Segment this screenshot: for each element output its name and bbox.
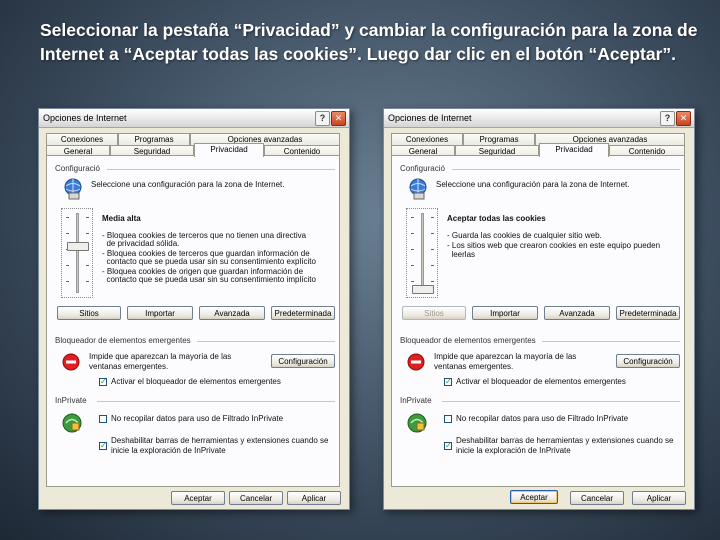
config-group-title: Configuració [400, 164, 445, 173]
default-button[interactable]: Predeterminada [616, 306, 680, 320]
cancel-button[interactable]: Cancelar [570, 491, 624, 505]
group-divider [107, 169, 335, 170]
inprivate-toolbars-checkbox[interactable]: ✓ [444, 442, 452, 450]
inprivate-group-title: InPrivate [55, 396, 87, 405]
close-icon[interactable]: ✕ [331, 111, 346, 126]
config-group-title: Configuració [55, 164, 100, 173]
dialog-title: Opciones de Internet [43, 113, 127, 123]
tab-programas[interactable]: Programas [463, 133, 535, 145]
popup-checkbox-label: Activar el bloqueador de elementos emerg… [456, 377, 626, 386]
group-divider [452, 169, 680, 170]
tab-privacidad[interactable]: Privacidad [194, 143, 264, 157]
tab-conexiones[interactable]: Conexiones [46, 133, 118, 145]
inprivate-icon [62, 413, 82, 433]
privacy-level-slider[interactable] [61, 208, 93, 298]
accept-button[interactable]: Aceptar [510, 490, 558, 504]
inprivate-filter-checkbox[interactable] [99, 415, 107, 423]
cancel-button[interactable]: Cancelar [229, 491, 283, 505]
inprivate-toolbars-checkbox[interactable]: ✓ [99, 442, 107, 450]
group-divider [97, 401, 335, 402]
accept-button[interactable]: Aceptar [171, 491, 225, 505]
inprivate-toolbars-label: Deshabilitar barras de herramientas y ex… [456, 436, 674, 455]
privacy-level-line: contacto que se pueda usar sin su consen… [102, 275, 316, 284]
apply-button[interactable]: Aplicar [632, 491, 686, 505]
internet-options-dialog-before: Opciones de Internet ? ✕ Conexiones Prog… [38, 108, 350, 510]
dialog-titlebar[interactable]: Opciones de Internet ? ✕ [384, 109, 694, 128]
privacy-level-title: Aceptar todas las cookies [447, 214, 546, 223]
slider-thumb[interactable] [67, 241, 89, 251]
tab-conexiones[interactable]: Conexiones [391, 133, 463, 145]
help-icon[interactable]: ? [315, 111, 330, 126]
group-divider [197, 341, 335, 342]
popup-blocker-icon [62, 353, 80, 371]
config-description: Seleccione una configuración para la zon… [91, 180, 285, 189]
inprivate-filter-label: No recopilar datos para uso de Filtrado … [111, 414, 284, 423]
inprivate-icon [407, 413, 427, 433]
popup-settings-button[interactable]: Configuración [616, 354, 680, 368]
dialog-title: Opciones de Internet [388, 113, 472, 123]
slider-thumb[interactable] [412, 285, 434, 294]
sites-button[interactable]: Sitios [402, 306, 466, 320]
import-button[interactable]: Importar [127, 306, 193, 320]
popup-group-title: Bloqueador de elementos emergentes [400, 336, 536, 345]
internet-options-dialog-after: Opciones de Internet ? ✕ Conexiones Prog… [383, 108, 695, 510]
group-divider [442, 401, 680, 402]
apply-button[interactable]: Aplicar [287, 491, 341, 505]
sites-button[interactable]: Sitios [57, 306, 121, 320]
inprivate-group-title: InPrivate [400, 396, 432, 405]
privacy-level-line: leerlas [447, 250, 476, 259]
tab-privacidad[interactable]: Privacidad [539, 143, 609, 157]
popup-blocker-checkbox[interactable]: ✓ [444, 378, 452, 386]
privacy-panel: Configuració Seleccione una configuració… [391, 155, 685, 487]
advanced-button[interactable]: Avanzada [199, 306, 265, 320]
popup-description: Impide que aparezcan la mayoría de las v… [89, 352, 232, 371]
privacy-level-line: contacto que se pueda usar sin su consen… [102, 257, 316, 266]
inprivate-toolbars-label: Deshabilitar barras de herramientas y ex… [111, 436, 329, 455]
privacy-level-title: Media alta [102, 214, 141, 223]
privacy-level-line: de privacidad sólida. [102, 239, 180, 248]
popup-settings-button[interactable]: Configuración [271, 354, 335, 368]
slide-title: Seleccionar la pestaña “Privacidad” y ca… [40, 20, 698, 64]
dialog-titlebar[interactable]: Opciones de Internet ? ✕ [39, 109, 349, 128]
inprivate-filter-label: No recopilar datos para uso de Filtrado … [456, 414, 629, 423]
advanced-button[interactable]: Avanzada [544, 306, 610, 320]
config-description: Seleccione una configuración para la zon… [436, 180, 630, 189]
popup-group-title: Bloqueador de elementos emergentes [55, 336, 191, 345]
inprivate-filter-checkbox[interactable] [444, 415, 452, 423]
globe-settings-icon [409, 178, 427, 200]
popup-blocker-icon [407, 353, 425, 371]
privacy-panel: Configuració Seleccione una configuració… [46, 155, 340, 487]
popup-blocker-checkbox[interactable]: ✓ [99, 378, 107, 386]
help-icon[interactable]: ? [660, 111, 675, 126]
privacy-level-line: - Guarda las cookies de cualquier sitio … [447, 231, 602, 240]
import-button[interactable]: Importar [472, 306, 538, 320]
default-button[interactable]: Predeterminada [271, 306, 335, 320]
tab-programas[interactable]: Programas [118, 133, 190, 145]
group-divider [542, 341, 680, 342]
close-icon[interactable]: ✕ [676, 111, 691, 126]
privacy-level-slider[interactable] [406, 208, 438, 298]
globe-settings-icon [64, 178, 82, 200]
popup-checkbox-label: Activar el bloqueador de elementos emerg… [111, 377, 281, 386]
popup-description: Impide que aparezcan la mayoría de las v… [434, 352, 577, 371]
